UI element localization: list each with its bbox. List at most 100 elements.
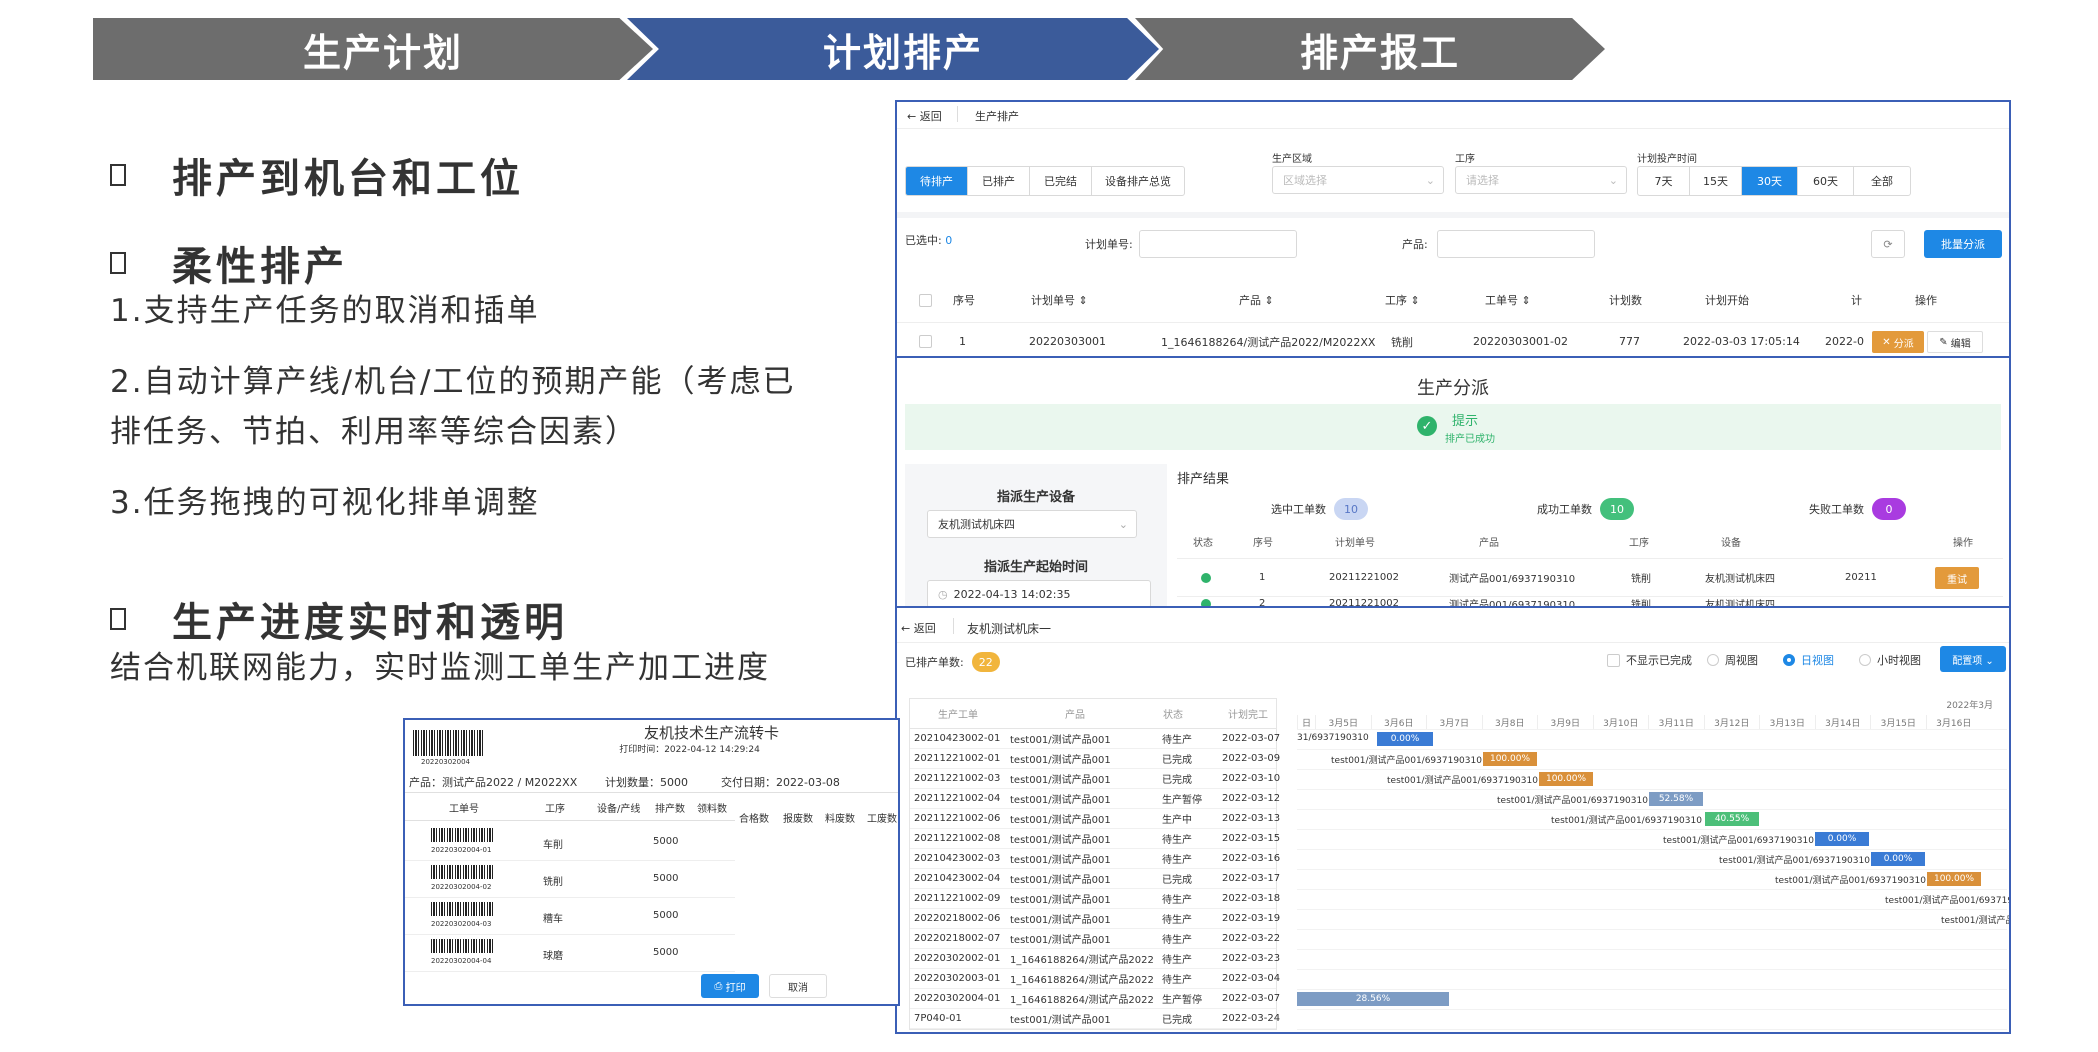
selected-stat: 选中工单数 10 xyxy=(1271,498,1368,520)
gantt-bar[interactable]: 100.00% xyxy=(1927,872,1981,886)
bar-label: 31/6937190310 xyxy=(1297,733,1369,743)
tab-scheduled[interactable]: 已排产 xyxy=(968,167,1030,195)
assign-label: 分派 xyxy=(1893,338,1914,350)
cell-work-order: 20220302004-03 xyxy=(431,920,492,928)
edit-button[interactable]: ✎ 编辑 xyxy=(1927,331,1983,353)
gantt-bar[interactable]: 40.55% xyxy=(1705,812,1759,826)
selected-label: 已选中: xyxy=(905,234,942,247)
bar-label: test001/测试产品001/6937190310 xyxy=(1387,776,1538,786)
table-row[interactable]: 20211221002-08 test001/测试产品001 待生产 2022-03-… xyxy=(910,829,1280,849)
table-row[interactable]: 20210423002-01 test001/测试产品001 待生产 2022-03-… xyxy=(910,729,1280,749)
back-link[interactable]: ← 返回 xyxy=(907,108,942,124)
time-opt-all[interactable]: 全部 xyxy=(1854,167,1910,195)
cell-process: 铣削 xyxy=(1631,600,1651,608)
cell-work-order: 7P040-01 xyxy=(914,1013,962,1024)
assign-button[interactable]: ✕ 分派 xyxy=(1872,331,1924,353)
count-badge: 22 xyxy=(971,652,1000,672)
tab-pending[interactable]: 待排产 xyxy=(906,167,968,195)
row-checkbox[interactable] xyxy=(919,323,932,356)
product-input[interactable] xyxy=(1437,230,1595,258)
col-index: 序号 xyxy=(953,294,975,307)
cell-work-order: 20220302004-01 xyxy=(914,993,1001,1004)
gantt-bar[interactable]: 100.00% xyxy=(1483,752,1537,766)
tab-finished[interactable]: 已完结 xyxy=(1030,167,1092,195)
alert-title: 提示 xyxy=(1452,414,1479,429)
card-row: 20220302004-02 铣削 5000 xyxy=(405,861,735,898)
batch-assign-button[interactable]: 批量分派 xyxy=(1924,230,2002,258)
product-label: 产品: xyxy=(1402,238,1428,251)
cell-product: test001/测试产品001 xyxy=(1010,895,1111,906)
table-row[interactable]: 20220218002-07 test001/测试产品001 待生产 2022-03-… xyxy=(910,929,1280,949)
hour-view-radio[interactable]: 小时视图 xyxy=(1859,652,1921,668)
time-opt-60[interactable]: 60天 xyxy=(1798,167,1854,195)
table-row[interactable]: 20210423002-04 test001/测试产品001 已完成 2022-03-… xyxy=(910,869,1280,889)
process-select[interactable]: 请选择 ⌄ xyxy=(1455,166,1627,194)
table-row[interactable]: 7P040-01 test001/测试产品001 已完成 2022-03-24 xyxy=(910,1009,1280,1029)
table-row[interactable]: 20211221002-01 test001/测试产品001 已完成 2022-03-… xyxy=(910,749,1280,769)
table-row[interactable]: 20220302002-01 1_1646188264/测试产品2022 待生产 20… xyxy=(910,949,1280,969)
view-label: 日视图 xyxy=(1801,654,1834,667)
table-row[interactable]: 20220302003-01 1_1646188264/测试产品2022 待生产 20… xyxy=(910,969,1280,989)
gantt-bar[interactable]: 52.58% xyxy=(1649,792,1703,806)
barcode-text: 20220302004 xyxy=(421,758,470,766)
retry-button[interactable]: 重试 xyxy=(1935,567,1979,589)
gantt-bar[interactable]: 0.00% xyxy=(1815,832,1869,846)
print-button[interactable]: ⎙ 打印 xyxy=(701,974,759,998)
selected-value: 0 xyxy=(945,234,953,247)
grid-line xyxy=(1297,989,2007,990)
table-row[interactable]: 20211221002-03 test001/测试产品001 已完成 2022-03-… xyxy=(910,769,1280,789)
bullet-desc: 结合机联网能力，实时监测工单生产加工进度 xyxy=(110,650,770,686)
time-opt-15[interactable]: 15天 xyxy=(1690,167,1742,195)
time-opt-30[interactable]: 30天 xyxy=(1742,167,1798,195)
header-checkbox[interactable] xyxy=(919,280,932,320)
process-placeholder: 请选择 xyxy=(1466,174,1499,187)
barcode-image xyxy=(431,865,493,879)
col-work-order: 生产工单 xyxy=(938,710,978,721)
table-row[interactable]: 20211221002-09 test001/测试产品001 待生产 2022-03-… xyxy=(910,889,1280,909)
refresh-icon[interactable]: ⟳ xyxy=(1871,230,1905,258)
week-view-radio[interactable]: 周视图 xyxy=(1707,652,1758,668)
cell-product: 测试产品001/6937190310 xyxy=(1449,600,1576,608)
cell-plan-finish: 2022-03-24 xyxy=(1222,1013,1281,1024)
grid-line xyxy=(1297,729,2007,730)
cell-work-order: 20211221002-06 xyxy=(914,813,1001,824)
col-plan-no[interactable]: 计划单号 ⇕ xyxy=(1031,280,1088,320)
gantt-bar[interactable]: 100.00% xyxy=(1539,772,1593,786)
table-row[interactable]: 20220302004-01 1_1646188264/测试产品2022 生产暂停 2… xyxy=(910,989,1280,1009)
cell-product: test001/测试产品001 xyxy=(1010,835,1111,846)
process-label: 工序 xyxy=(1455,154,1475,165)
hide-done-checkbox[interactable]: 不显示已完成 xyxy=(1607,652,1692,668)
plan-no-input[interactable] xyxy=(1139,230,1297,258)
time-opt-7[interactable]: 7天 xyxy=(1638,167,1690,195)
cell-work-order: 20220302004-01 xyxy=(431,846,492,854)
table-row[interactable]: 20220218002-06 test001/测试产品001 待生产 2022-03-… xyxy=(910,909,1280,929)
cell-status: 待生产 xyxy=(1162,975,1192,986)
cell-plan-finish: 2022-03-10 xyxy=(1222,773,1281,784)
gantt-bar[interactable]: 0.00% xyxy=(1871,852,1925,866)
col-index: 序号 xyxy=(1253,537,1273,549)
gantt-bar[interactable]: 0.00% xyxy=(1377,732,1433,746)
card-delivery: 交付日期：2022-03-08 xyxy=(721,776,840,789)
col-product[interactable]: 产品 ⇕ xyxy=(1239,280,1274,320)
col-work-order[interactable]: 工单号 ⇕ xyxy=(1485,280,1531,320)
divider xyxy=(953,618,954,634)
cell-process: 糟车 xyxy=(543,914,563,925)
start-time-picker[interactable]: ◷ 2022-04-13 14:02:35 xyxy=(927,580,1151,606)
cancel-button[interactable]: 取消 xyxy=(769,974,827,998)
table-row[interactable]: 20210423002-03 test001/测试产品001 待生产 2022-03-… xyxy=(910,849,1280,869)
day-view-radio[interactable]: 日视图 xyxy=(1783,652,1834,668)
gantt-bar[interactable]: 28.56% xyxy=(1297,992,1449,1006)
col-process[interactable]: 工序 ⇕ xyxy=(1385,280,1420,320)
table-row[interactable]: 20211221002-06 test001/测试产品001 生产中 2022-03-… xyxy=(910,809,1280,829)
area-select[interactable]: 区域选择 ⌄ xyxy=(1272,166,1444,194)
device-select[interactable]: 友机测试机床四 ⌄ xyxy=(927,510,1137,538)
cell-status: 生产暂停 xyxy=(1162,995,1202,1006)
divider xyxy=(897,642,2009,643)
tab-device-overview[interactable]: 设备排产总览 xyxy=(1092,167,1184,195)
grid-line xyxy=(1297,809,2007,810)
config-button[interactable]: 配置项 ⌄ xyxy=(1940,646,2006,672)
back-link[interactable]: ← 返回 xyxy=(901,620,936,636)
grid-line xyxy=(1297,909,2007,910)
cell-product: 1_1646188264/测试产品2022 xyxy=(1010,975,1154,986)
table-row[interactable]: 20211221002-04 test001/测试产品001 生产暂停 2022-03… xyxy=(910,789,1280,809)
